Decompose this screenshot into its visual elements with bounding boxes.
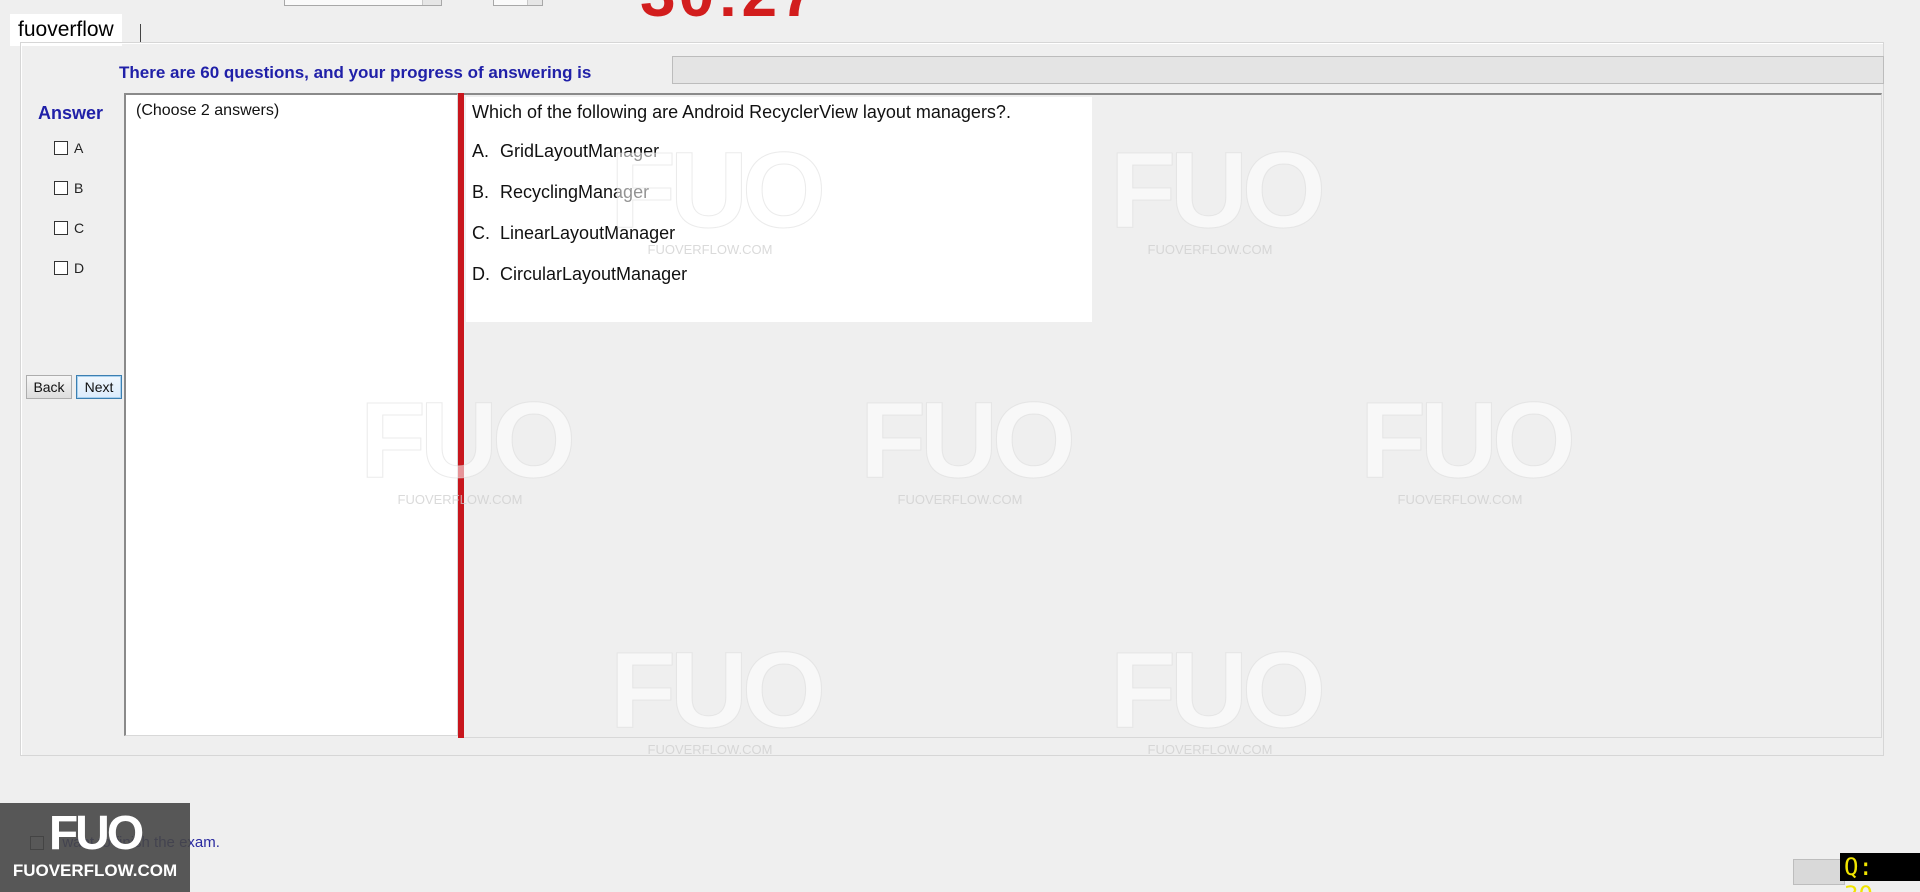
back-button[interactable]: Back — [26, 375, 72, 399]
answer-option-label: C — [74, 220, 85, 236]
question-counter: Q: 30 — [1840, 853, 1920, 892]
answer-option-a[interactable]: A — [54, 138, 83, 158]
option-text: GridLayoutManager — [500, 141, 660, 161]
question-box: Which of the following are Android Recyc… — [466, 97, 1092, 322]
answer-option-b[interactable]: B — [54, 178, 83, 198]
spinner-arrow-icon[interactable] — [527, 0, 542, 5]
font-size-spinner[interactable] — [493, 0, 543, 6]
answer-checkbox-d[interactable] — [54, 261, 68, 275]
note-textbox[interactable]: (Choose 2 answers) — [124, 93, 458, 736]
answer-option-c[interactable]: C — [54, 218, 84, 238]
option-letter: D. — [472, 264, 490, 284]
logo-site-text: FUOVERFLOW.COM — [12, 861, 178, 880]
option-text: CircularLayoutManager — [500, 264, 688, 284]
finish-button[interactable] — [1793, 859, 1845, 885]
logo-text: FUO — [48, 807, 144, 860]
question-option-d: D. CircularLayoutManager — [472, 264, 687, 285]
answer-option-label: D — [74, 260, 85, 276]
question-text: Which of the following are Android Recyc… — [472, 102, 1011, 122]
option-text: LinearLayoutManager — [500, 223, 676, 243]
progress-label: There are 60 questions, and your progres… — [119, 63, 592, 82]
progress-bar — [672, 56, 1884, 84]
answer-title: Answer — [38, 103, 104, 123]
question-area: Which of the following are Android Recyc… — [464, 93, 1882, 738]
option-letter: B. — [472, 182, 490, 202]
answer-checkbox-c[interactable] — [54, 221, 68, 235]
answer-option-d[interactable]: D — [54, 258, 84, 278]
chevron-down-icon[interactable] — [422, 0, 441, 5]
question-option-a: A. GridLayoutManager — [472, 141, 659, 162]
text-caret — [140, 24, 141, 44]
countdown-timer: 30:27 — [640, 0, 819, 18]
answer-checkbox-a[interactable] — [54, 141, 68, 155]
answer-option-label: B — [74, 180, 84, 196]
choose-count-text: (Choose 2 answers) — [136, 102, 280, 119]
option-letter: A. — [472, 141, 490, 161]
option-letter: C. — [472, 223, 490, 243]
answer-option-label: A — [74, 140, 84, 156]
exam-code-combobox[interactable] — [284, 0, 442, 6]
question-option-b: B. RecyclingManager — [472, 182, 649, 203]
answer-checkbox-b[interactable] — [54, 181, 68, 195]
fuoverflow-logo-badge: FUO FUOVERFLOW.COM — [0, 803, 190, 892]
option-text: RecyclingManager — [500, 182, 650, 202]
next-button[interactable]: Next — [76, 375, 122, 399]
question-option-c: C. LinearLayoutManager — [472, 223, 675, 244]
